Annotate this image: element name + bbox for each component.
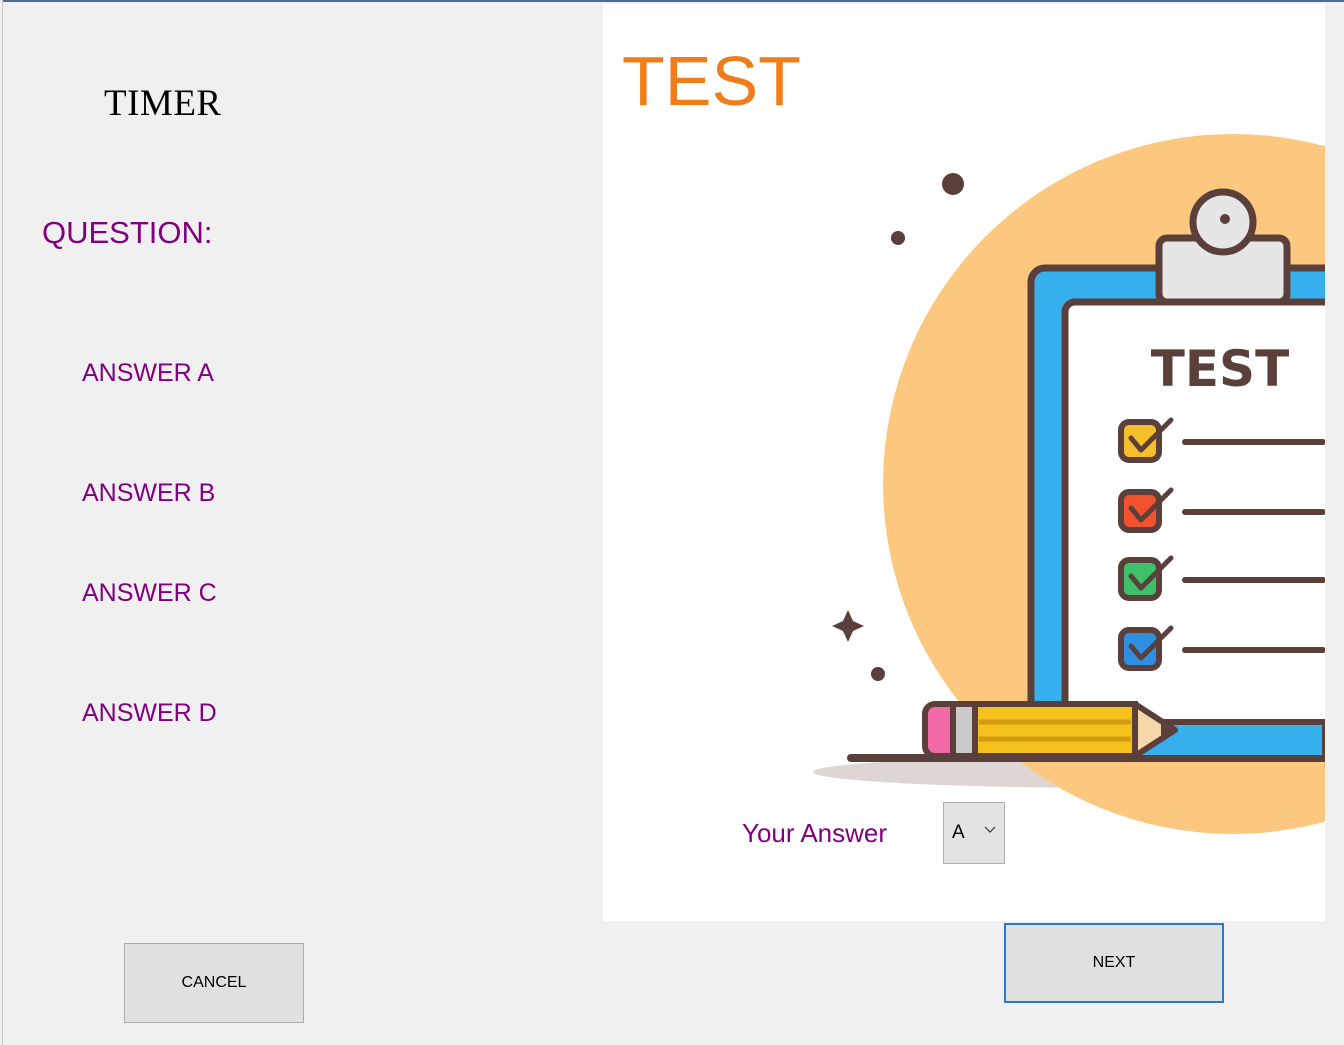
window-left-edge	[0, 0, 3, 1045]
answer-c-label: ANSWER C	[82, 579, 217, 607]
test-title: TEST	[622, 42, 801, 120]
answer-b-label: ANSWER B	[82, 479, 216, 507]
answer-a-label: ANSWER A	[82, 359, 214, 387]
window-top-edge	[0, 0, 1344, 2]
answer-select-value: A	[952, 822, 965, 843]
your-answer-label: Your Answer	[742, 818, 888, 848]
next-button[interactable]: NEXT	[1004, 923, 1224, 1003]
question-label: QUESTION:	[42, 215, 213, 250]
test-clipboard-illustration: TEST	[813, 134, 1325, 834]
clipboard-heading: TEST	[1151, 340, 1289, 398]
answer-select[interactable]: A	[943, 802, 1005, 864]
answer-d-label: ANSWER D	[82, 699, 217, 727]
timer-label: TIMER	[104, 83, 222, 124]
test-picture-panel: TEST TEST Your Answer A	[603, 4, 1325, 921]
chevron-down-icon	[984, 826, 996, 833]
cancel-button[interactable]: CANCEL	[124, 943, 304, 1023]
